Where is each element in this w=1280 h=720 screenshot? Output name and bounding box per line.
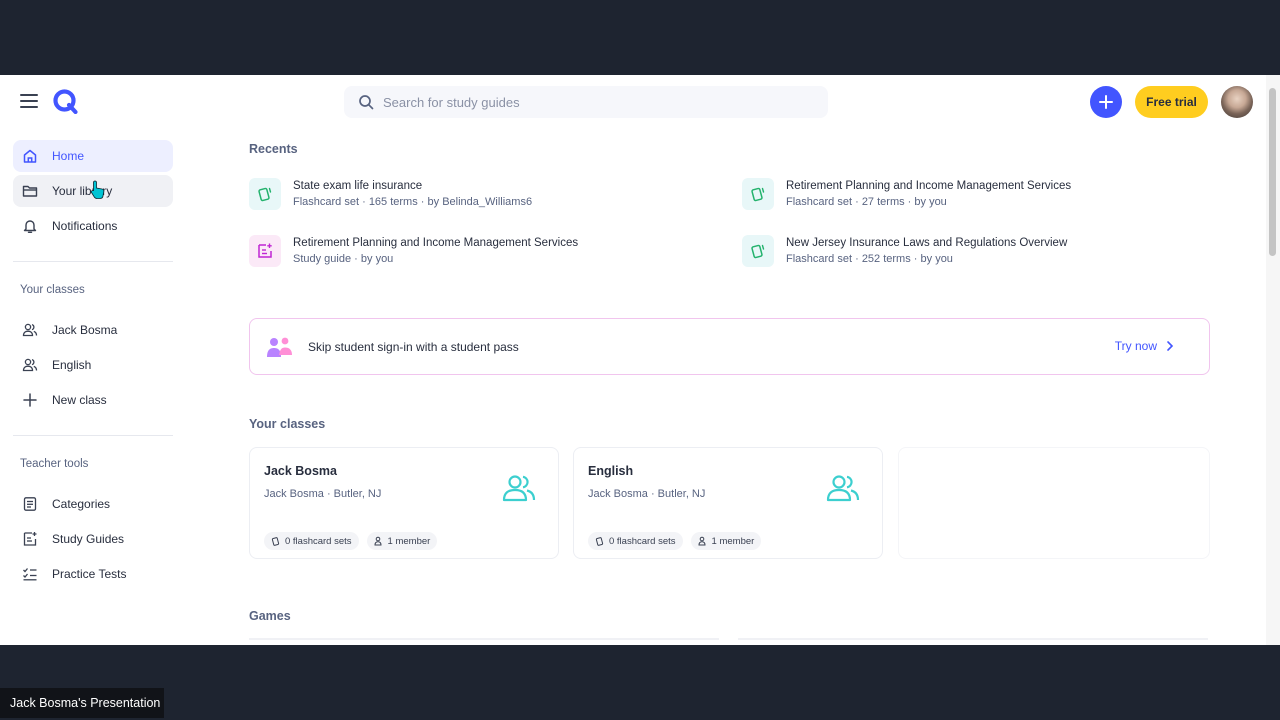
folder-icon [22, 185, 38, 197]
sidebar-item-study-guides[interactable]: Study Guides [13, 523, 173, 555]
recent-title: New Jersey Insurance Laws and Regulation… [786, 237, 1068, 249]
flashcard-count-badge: 0 flashcard sets [264, 532, 359, 550]
member-count-badge: 1 member [366, 532, 438, 550]
people-icon [374, 536, 382, 546]
search-bar[interactable] [344, 86, 828, 118]
flashcard-icon [249, 178, 281, 210]
students-icon [267, 337, 292, 357]
search-icon [359, 95, 374, 110]
recent-meta: Flashcard set · 165 terms · by Belinda_W… [293, 196, 533, 208]
sidebar-divider [13, 261, 173, 262]
flashcard-icon [742, 178, 774, 210]
sidebar-item-label: New class [52, 393, 107, 407]
list-icon [23, 497, 37, 511]
class-people-icon [826, 475, 860, 502]
your-classes-heading: Your classes [249, 417, 326, 431]
recents-heading: Recents [249, 142, 298, 156]
sidebar-item-label: Study Guides [52, 532, 125, 546]
create-button[interactable] [1090, 86, 1122, 118]
chevron-right-icon [1167, 341, 1174, 351]
recent-title: Retirement Planning and Income Managemen… [786, 180, 1072, 192]
sidebar-divider [13, 435, 173, 436]
recent-meta: Study guide · by you [293, 253, 394, 265]
flashcard-icon [595, 537, 604, 546]
home-icon [23, 149, 37, 163]
bell-icon [23, 220, 37, 234]
people-icon [22, 358, 38, 372]
flashcard-icon [271, 537, 280, 546]
study-guide-icon [249, 235, 281, 267]
member-count-badge: 1 member [690, 532, 762, 550]
recent-meta: Flashcard set · 27 terms · by you [786, 196, 947, 208]
pointer-cursor-icon [90, 180, 105, 199]
sidebar-item-categories[interactable]: Categories [13, 488, 173, 520]
games-heading: Games [249, 609, 291, 623]
student-pass-banner: Skip student sign-in with a student pass… [249, 318, 1210, 375]
recent-item[interactable]: New Jersey Insurance Laws and Regulation… [742, 233, 1202, 269]
game-card-edge [249, 638, 719, 640]
student-pass-text: Skip student sign-in with a student pass [308, 339, 519, 354]
plus-icon [1099, 95, 1113, 109]
presentation-caption: Jack Bosma's Presentation [0, 688, 164, 718]
recent-item[interactable]: Retirement Planning and Income Managemen… [249, 233, 709, 269]
class-card-english[interactable]: English Jack Bosma · Butler, NJ 0 flashc… [573, 447, 883, 559]
sidebar-item-label: Jack Bosma [52, 323, 118, 337]
class-card-jack-bosma[interactable]: Jack Bosma Jack Bosma · Butler, NJ 0 fla… [249, 447, 559, 559]
quizlet-logo[interactable] [52, 88, 78, 114]
recent-title: State exam life insurance [293, 180, 423, 192]
sidebar-item-class-jack-bosma[interactable]: Jack Bosma [13, 314, 173, 346]
free-trial-button[interactable]: Free trial [1135, 86, 1208, 118]
sidebar-item-label: Practice Tests [52, 567, 127, 581]
sidebar-item-new-class[interactable]: New class [13, 384, 173, 416]
sidebar-heading-classes: Your classes [20, 284, 85, 296]
flashcard-count-badge: 0 flashcard sets [588, 532, 683, 550]
scrollbar-thumb[interactable] [1269, 88, 1276, 256]
game-card-edge [738, 638, 1208, 640]
sidebar-item-label: Home [52, 149, 85, 163]
class-people-icon [502, 475, 536, 502]
avatar[interactable] [1221, 86, 1253, 118]
try-now-link[interactable]: Try now [1115, 339, 1177, 353]
recent-item[interactable]: State exam life insurance Flashcard set … [249, 176, 709, 212]
class-card-placeholder [898, 447, 1210, 559]
study-guide-icon [23, 532, 37, 546]
checklist-icon [23, 568, 37, 581]
menu-icon[interactable] [20, 94, 38, 108]
recent-item[interactable]: Retirement Planning and Income Managemen… [742, 176, 1202, 212]
plus-icon [23, 393, 37, 407]
search-input[interactable] [383, 94, 803, 110]
sidebar-item-home[interactable]: Home [13, 140, 173, 172]
sidebar-item-class-english[interactable]: English [13, 349, 173, 381]
sidebar-heading-teacher-tools: Teacher tools [20, 458, 89, 470]
sidebar-item-label: Notifications [52, 219, 118, 233]
sidebar-item-label: Categories [52, 497, 111, 511]
people-icon [698, 536, 706, 546]
sidebar-item-label: English [52, 358, 92, 372]
flashcard-icon [742, 235, 774, 267]
recent-meta: Flashcard set · 252 terms · by you [786, 253, 953, 265]
sidebar-item-notifications[interactable]: Notifications [13, 210, 173, 242]
sidebar-item-practice-tests[interactable]: Practice Tests [13, 558, 173, 590]
people-icon [22, 323, 38, 337]
recent-title: Retirement Planning and Income Managemen… [293, 237, 579, 249]
